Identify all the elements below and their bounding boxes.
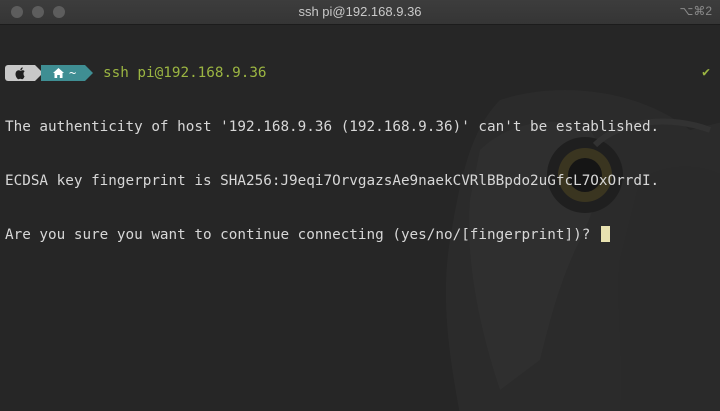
text-cursor[interactable] xyxy=(600,226,610,242)
prompt-os-segment xyxy=(5,65,35,81)
apple-icon xyxy=(15,67,25,80)
prompt-line: ~ ssh pi@192.168.9.36 ✔ xyxy=(5,64,712,82)
prompt-dir-segment: ~ xyxy=(41,65,85,81)
prompt-dir: ~ xyxy=(69,66,77,80)
output-line-3: Are you sure you want to continue connec… xyxy=(5,226,712,244)
output-line-2: ECDSA key fingerprint is SHA256:J9eqi7Or… xyxy=(5,173,660,189)
prompt-separator-dir xyxy=(85,65,93,81)
output-line-1: The authenticity of host '192.168.9.36 (… xyxy=(5,119,660,135)
status-check-icon: ✔ xyxy=(702,65,710,80)
terminal-content[interactable]: ~ ssh pi@192.168.9.36 ✔ The authenticity… xyxy=(5,28,712,280)
prompt-command: ssh pi@192.168.9.36 xyxy=(103,65,267,81)
terminal-window: ssh pi@192.168.9.36 ⌥⌘2 ~ ssh pi@192.168… xyxy=(0,0,720,411)
home-icon xyxy=(53,68,64,78)
confirm-prompt-text: Are you sure you want to continue connec… xyxy=(5,227,599,243)
title-bar: ssh pi@192.168.9.36 ⌥⌘2 xyxy=(0,0,720,25)
window-title: ssh pi@192.168.9.36 xyxy=(298,4,422,19)
tab-shortcut: ⌥⌘2 xyxy=(679,4,712,18)
